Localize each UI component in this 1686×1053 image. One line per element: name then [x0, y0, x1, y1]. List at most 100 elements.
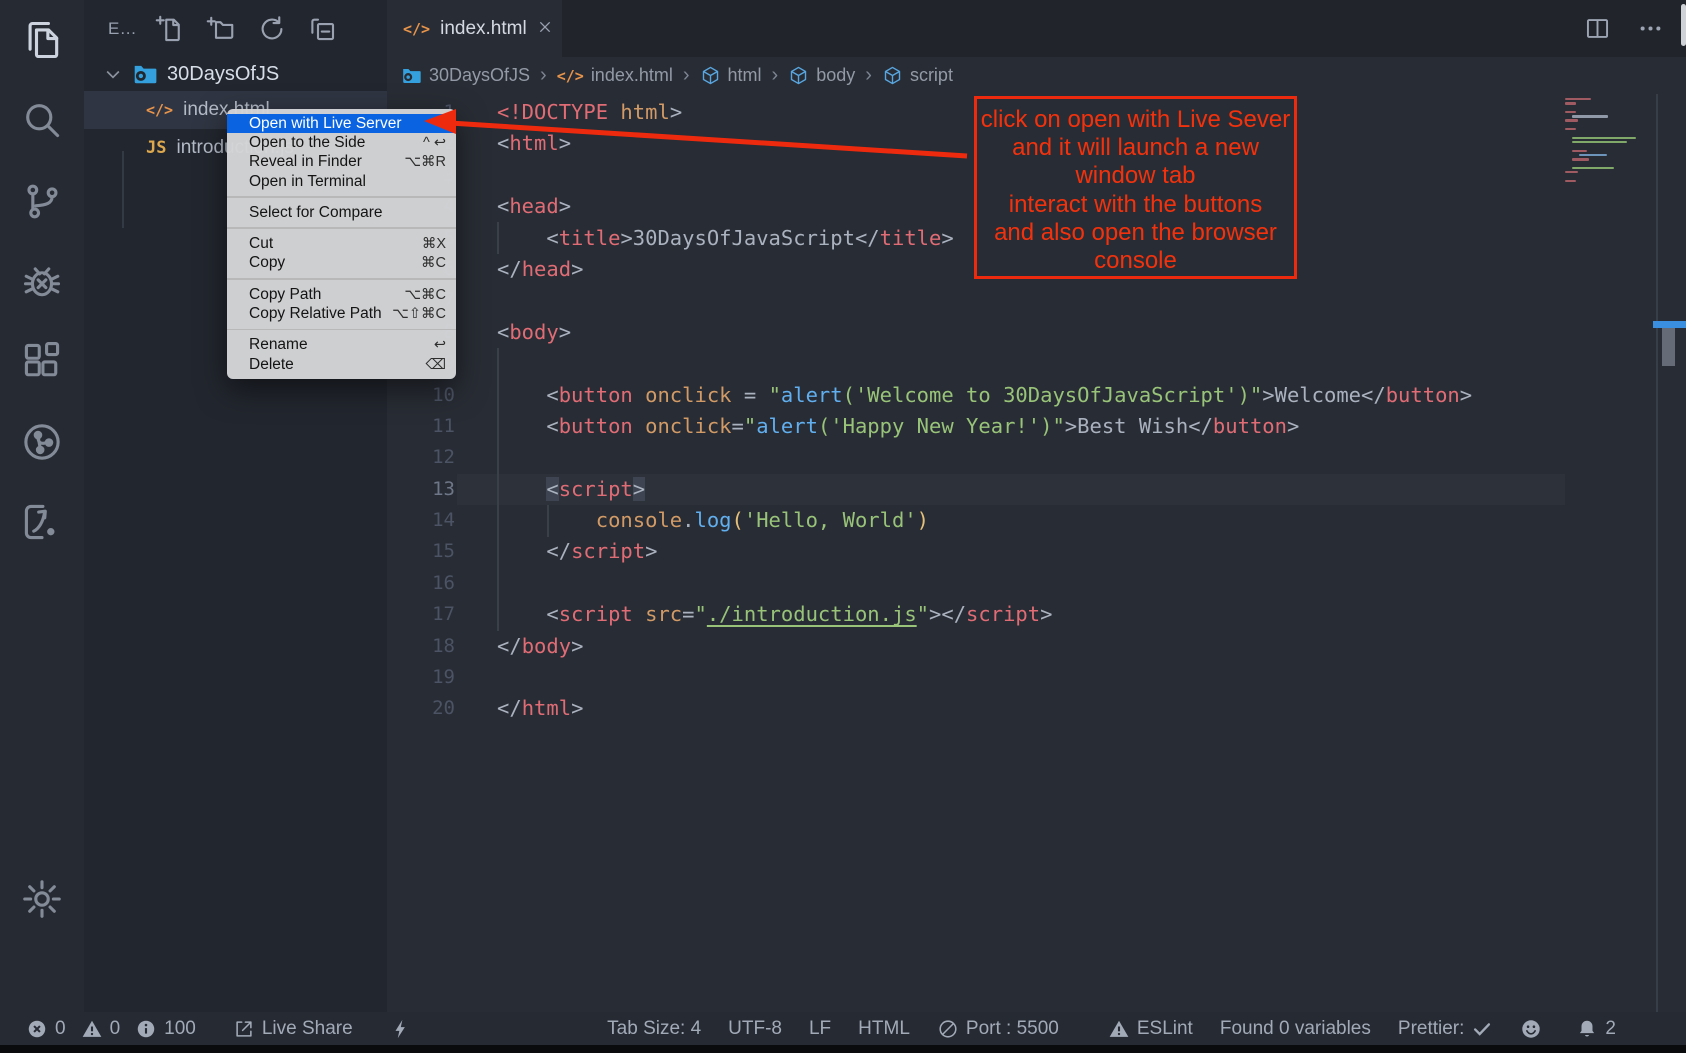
- status-label: LF: [809, 1018, 831, 1040]
- menu-item-open-in-terminal[interactable]: Open in Terminal: [227, 172, 456, 191]
- scrollbar-thumb[interactable]: [1662, 328, 1675, 366]
- chevron-down-icon: [103, 64, 123, 84]
- settings-gear-icon[interactable]: [0, 859, 84, 939]
- split-editor-icon[interactable]: [1584, 15, 1611, 42]
- close-tab-icon[interactable]: [537, 19, 553, 39]
- menu-item-select-for-compare[interactable]: Select for Compare: [227, 203, 456, 222]
- breadcrumb-item-body[interactable]: body: [788, 65, 855, 86]
- breadcrumb-item-script[interactable]: script: [882, 65, 953, 86]
- tab-bar: </> index.html: [387, 0, 1686, 57]
- menu-separator: [227, 273, 456, 285]
- activity-bar: [0, 0, 84, 1012]
- vscode-window: E… 30DaysOfJS </>index.htmlJSintroductio…: [0, 0, 1686, 1053]
- tree-root-folder[interactable]: 30DaysOfJS: [84, 57, 387, 91]
- code-line-9: 9: [387, 348, 1686, 379]
- breadcrumb-label: index.html: [591, 65, 673, 86]
- extensions-icon[interactable]: [0, 321, 84, 401]
- new-folder-icon[interactable]: [206, 14, 236, 44]
- source-control-icon[interactable]: [0, 161, 84, 241]
- breadcrumb-separator: ›: [772, 64, 779, 87]
- live-share-icon[interactable]: [0, 482, 84, 562]
- status-live-share[interactable]: Live Share: [233, 1018, 353, 1040]
- annotation-line: interact with the buttons: [977, 191, 1294, 219]
- menu-item-reveal-in-finder[interactable]: Reveal in Finder⌥⌘R: [227, 153, 456, 172]
- eslint-icon: [1108, 1018, 1130, 1040]
- breadcrumb-separator: ›: [540, 64, 547, 87]
- line-content: </script>: [497, 536, 657, 567]
- status-notifications-bell[interactable]: 2: [1576, 1018, 1616, 1040]
- line-content: <body>: [497, 317, 571, 348]
- status-bar: 00 100 Live Share Tab Size: 4 UTF-8 LF HTML Po…: [0, 1012, 1686, 1045]
- html-file-icon: </>: [146, 101, 173, 119]
- breadcrumb: 30DaysOfJS›</>index.html›html›body›scrip…: [387, 57, 1686, 94]
- status-problems-warnings[interactable]: 0: [81, 1018, 121, 1040]
- status-label: 0: [55, 1018, 66, 1040]
- status-encoding[interactable]: UTF-8: [728, 1018, 782, 1040]
- collapse-folders-icon[interactable]: [308, 14, 338, 44]
- menu-item-open-with-live-server[interactable]: Open with Live Server: [227, 114, 456, 133]
- line-number: 12: [387, 442, 457, 473]
- menu-item-open-to-the-side[interactable]: Open to the Side^ ↩: [227, 133, 456, 152]
- line-number: 17: [387, 599, 457, 630]
- line-content: <script src="./introduction.js"></script…: [497, 599, 1052, 630]
- status-found-variables[interactable]: Found 0 variables: [1220, 1018, 1371, 1040]
- status-language-mode[interactable]: HTML: [858, 1018, 910, 1040]
- window-scrollbar-artifact: [1681, 4, 1686, 46]
- status-problems-errors[interactable]: 0: [26, 1018, 66, 1040]
- line-content: <button onclick="alert('Happy New Year!'…: [497, 411, 1299, 442]
- status-eslint[interactable]: ESLint: [1108, 1018, 1193, 1040]
- status-quick-actions-bolt[interactable]: [390, 1018, 419, 1040]
- code-line-20: 20</html>: [387, 693, 1686, 724]
- root-folder-label: 30DaysOfJS: [167, 63, 279, 86]
- run-and-debug-icon[interactable]: [0, 241, 84, 321]
- new-file-icon[interactable]: [155, 14, 185, 44]
- menu-item-shortcut: ⌘C: [421, 255, 446, 271]
- status-problems-info[interactable]: 100: [135, 1018, 196, 1040]
- breadcrumb-item-30DaysOfJS[interactable]: 30DaysOfJS: [401, 65, 530, 86]
- breadcrumb-label: html: [728, 65, 762, 86]
- line-content: <title>30DaysOfJavaScript</title>: [497, 223, 954, 254]
- refresh-explorer-icon[interactable]: [257, 14, 287, 44]
- search-icon[interactable]: [0, 80, 84, 160]
- menu-item-shortcut: ⌥⌘C: [404, 287, 446, 303]
- breadcrumb-item-index.html[interactable]: </> index.html: [557, 65, 673, 86]
- line-number: 15: [387, 536, 457, 567]
- indent-guide: [547, 505, 549, 537]
- status-tab-size[interactable]: Tab Size: 4: [607, 1018, 701, 1040]
- line-number: 11: [387, 411, 457, 442]
- menu-item-delete[interactable]: Delete⌫: [227, 355, 456, 374]
- explorer-header: E…: [84, 0, 387, 57]
- code-line-16: 16: [387, 568, 1686, 599]
- status-label: Tab Size: 4: [607, 1018, 701, 1040]
- tab-index-html[interactable]: </> index.html: [387, 0, 562, 57]
- status-label: HTML: [858, 1018, 910, 1040]
- status-label: 100: [164, 1018, 196, 1040]
- menu-item-label: Copy Path: [249, 286, 321, 304]
- code-line-13: 13 <script>: [387, 474, 1686, 505]
- status-prettier[interactable]: Prettier:: [1398, 1018, 1494, 1040]
- breadcrumb-separator: ›: [865, 64, 872, 87]
- minimap[interactable]: [1565, 97, 1653, 183]
- line-content: <head>: [497, 191, 571, 222]
- menu-item-rename[interactable]: Rename↩: [227, 336, 456, 355]
- status-eol[interactable]: LF: [809, 1018, 831, 1040]
- menu-separator: [227, 191, 456, 203]
- html-file-icon: </>: [557, 67, 584, 85]
- annotation-line: click on open with Live Sever: [977, 106, 1294, 134]
- quick-actions-bolt-icon: [390, 1018, 412, 1040]
- line-content: </body>: [497, 631, 583, 662]
- menu-item-cut[interactable]: Cut⌘X: [227, 234, 456, 253]
- menu-item-label: Copy: [249, 254, 285, 272]
- menu-item-copy-path[interactable]: Copy Path ⌥⌘C: [227, 285, 456, 304]
- menu-item-copy-relative-path[interactable]: Copy Relative Path⌥⇧⌘C: [227, 304, 456, 323]
- editor-actions: [1584, 0, 1664, 57]
- more-actions-icon[interactable]: [1637, 15, 1664, 42]
- line-content: <html>: [497, 128, 571, 159]
- code-line-18: 18</body>: [387, 631, 1686, 662]
- breadcrumb-item-html[interactable]: html: [700, 65, 762, 86]
- explorer-icon[interactable]: [0, 0, 84, 80]
- status-feedback-smiley[interactable]: [1520, 1018, 1549, 1040]
- status-live-server-port[interactable]: Port : 5500: [937, 1018, 1059, 1040]
- menu-item-copy[interactable]: Copy ⌘C: [227, 254, 456, 273]
- gitlens-icon[interactable]: [0, 402, 84, 482]
